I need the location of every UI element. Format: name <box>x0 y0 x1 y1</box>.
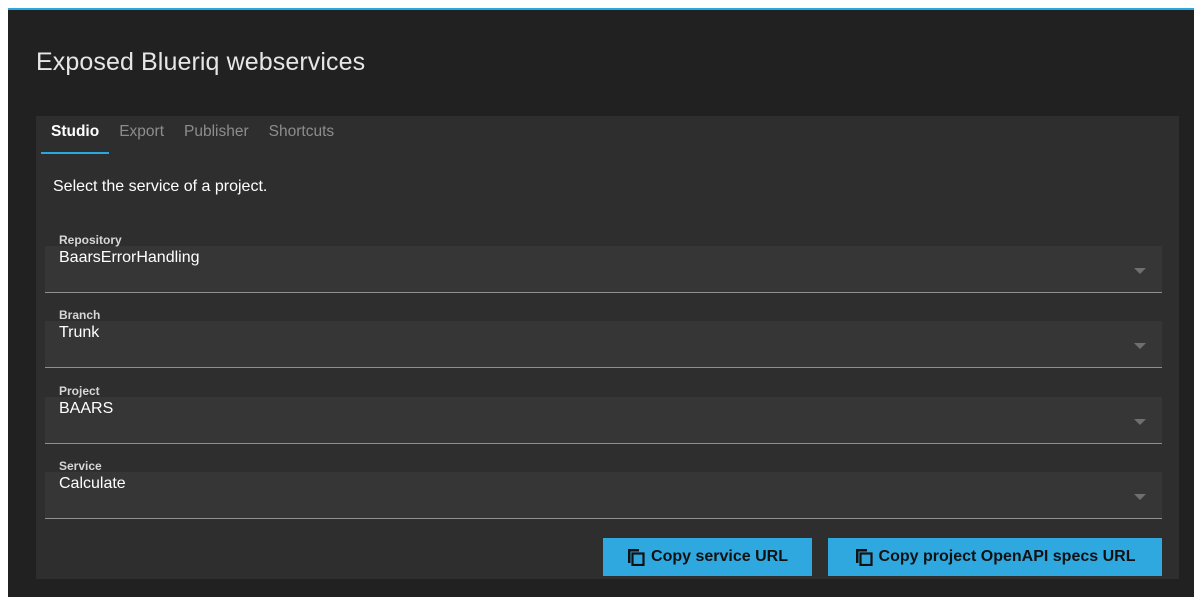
copy-openapi-specs-url-label: Copy project OpenAPI specs URL <box>878 548 1136 565</box>
copy-service-url-label: Copy service URL <box>651 548 788 565</box>
branch-field: Trunk Branch <box>45 308 1162 380</box>
dialog-title: Exposed Blueriq webservices <box>36 48 366 76</box>
copy-icon <box>855 549 873 566</box>
tab-export[interactable]: Export <box>109 116 174 154</box>
tab-shortcuts[interactable]: Shortcuts <box>259 116 344 154</box>
repository-select[interactable]: BaarsErrorHandling <box>45 246 1162 293</box>
tab-publisher[interactable]: Publisher <box>174 116 259 154</box>
copy-service-url-button[interactable]: Copy service URL <box>603 538 812 576</box>
service-select[interactable]: Calculate <box>45 472 1162 519</box>
tab-studio[interactable]: Studio <box>41 116 110 154</box>
branch-select[interactable]: Trunk <box>45 321 1162 368</box>
chevron-down-icon <box>1134 419 1146 425</box>
branch-label: Branch <box>59 308 101 322</box>
service-label: Service <box>59 459 102 473</box>
chevron-down-icon <box>1134 343 1146 349</box>
repository-label: Repository <box>59 233 122 247</box>
chevron-down-icon <box>1134 494 1146 500</box>
chevron-down-icon <box>1134 268 1146 274</box>
repository-field: BaarsErrorHandling Repository <box>45 233 1162 305</box>
copy-openapi-specs-url-button[interactable]: Copy project OpenAPI specs URL <box>828 538 1162 576</box>
service-field: Calculate Service <box>45 459 1162 531</box>
copy-icon <box>628 549 645 566</box>
webservices-dialog: Exposed Blueriq webservices Studio Expor… <box>8 8 1194 597</box>
tab-panel: Studio Export Publisher Shortcuts Select… <box>36 116 1179 579</box>
repository-value: BaarsErrorHandling <box>59 249 200 266</box>
project-value: BAARS <box>59 400 114 417</box>
service-value: Calculate <box>59 475 126 492</box>
branch-value: Trunk <box>59 324 100 341</box>
project-label: Project <box>59 384 100 398</box>
project-select[interactable]: BAARS <box>45 397 1162 444</box>
instruction-text: Select the service of a project. <box>53 178 268 195</box>
project-field: BAARS Project <box>45 384 1162 456</box>
tab-bar: Studio Export Publisher Shortcuts <box>41 116 344 154</box>
